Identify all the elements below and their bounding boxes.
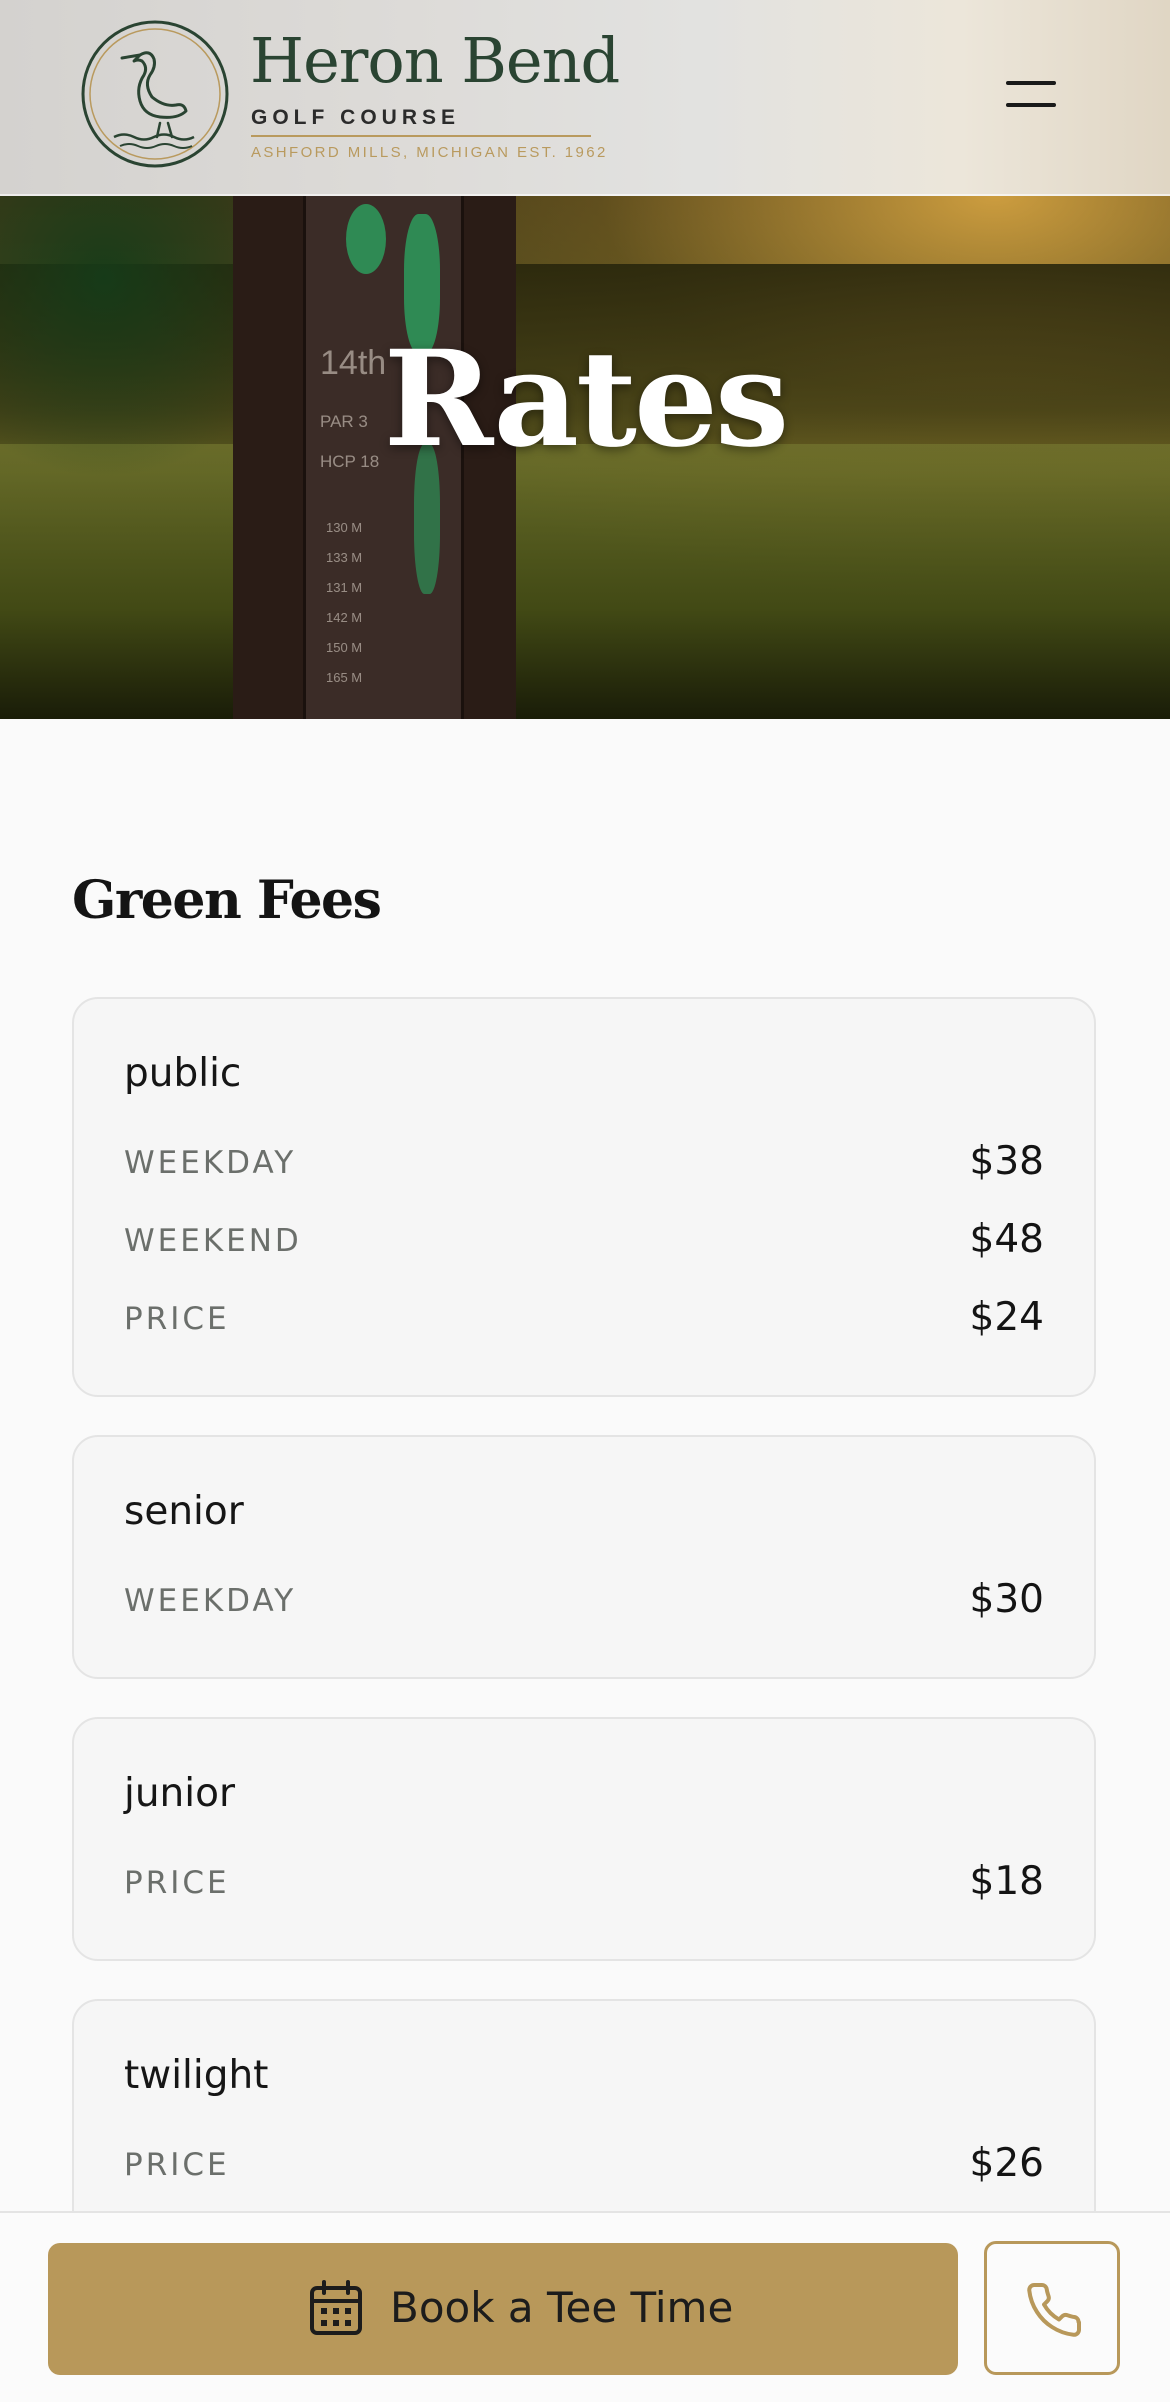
calendar-icon [310, 2280, 362, 2335]
fee-label: PRICE [124, 2147, 230, 2183]
page-title: Rates [383, 322, 790, 477]
rate-card-junior: junior PRICE $18 [72, 1717, 1096, 1961]
fee-row: PRICE $18 [124, 1853, 1044, 1904]
fee-price: $26 [969, 2141, 1044, 2186]
fee-row: PRICE $24 [124, 1289, 1044, 1340]
menu-line [1006, 103, 1056, 107]
hero-banner: 14th PAR 3 HCP 18 130 M 133 M 131 M 142 … [0, 194, 1170, 719]
fee-price: $24 [969, 1295, 1044, 1340]
phone-icon [1027, 2282, 1082, 2337]
sticky-action-bar: Book a Tee Time [0, 2211, 1170, 2402]
fee-row: WEEKEND $48 [124, 1211, 1044, 1262]
fee-label: PRICE [124, 1301, 230, 1337]
fee-row: WEEKDAY $30 [124, 1571, 1044, 1622]
fee-label: WEEKEND [124, 1223, 302, 1259]
sign-yardage: 150 M [326, 640, 363, 655]
brand-location: ASHFORD MILLS, MICHIGAN EST. 1962 [251, 144, 608, 161]
rate-card-twilight: twilight PRICE $26 [72, 1999, 1096, 2243]
fee-price: $48 [969, 1217, 1044, 1262]
brand-name[interactable]: Heron Bend [250, 30, 620, 92]
sign-yardage: 142 M [326, 610, 363, 625]
fee-price: $18 [969, 1859, 1044, 1904]
rate-card-title: junior [124, 1771, 236, 1816]
fee-row: PRICE $26 [124, 2135, 1044, 2186]
heron-emblem-icon[interactable] [80, 19, 230, 169]
fee-label: PRICE [124, 1865, 230, 1901]
rate-card-title: twilight [124, 2053, 269, 2098]
call-button[interactable] [984, 2241, 1120, 2375]
rate-card-senior: senior WEEKDAY $30 [72, 1435, 1096, 1679]
rate-card-title: senior [124, 1489, 244, 1534]
fee-row: WEEKDAY $38 [124, 1133, 1044, 1184]
book-tee-time-button[interactable]: Book a Tee Time [48, 2243, 958, 2375]
sign-yardage: 133 M [326, 550, 363, 565]
brand-divider [251, 135, 591, 137]
sign-yardage: 130 M [326, 520, 363, 535]
fee-label: WEEKDAY [124, 1145, 297, 1181]
fee-price: $30 [969, 1577, 1044, 1622]
site-header: Heron Bend GOLF COURSE ASHFORD MILLS, MI… [0, 0, 1170, 196]
hole-diagram-green [346, 204, 386, 274]
sign-yardage: 131 M [326, 580, 363, 595]
menu-line [1006, 81, 1056, 85]
rate-card-title: public [124, 1051, 242, 1096]
book-tee-time-label: Book a Tee Time [390, 2283, 734, 2332]
rate-card-public: public WEEKDAY $38 WEEKEND $48 PRICE $24 [72, 997, 1096, 1397]
sign-yardage: 165 M [326, 670, 363, 685]
hamburger-menu-icon[interactable] [998, 66, 1064, 122]
green-fees-heading: Green Fees [72, 870, 382, 931]
fee-label: WEEKDAY [124, 1583, 297, 1619]
brand-subtitle: GOLF COURSE [251, 106, 461, 129]
fee-price: $38 [969, 1139, 1044, 1184]
